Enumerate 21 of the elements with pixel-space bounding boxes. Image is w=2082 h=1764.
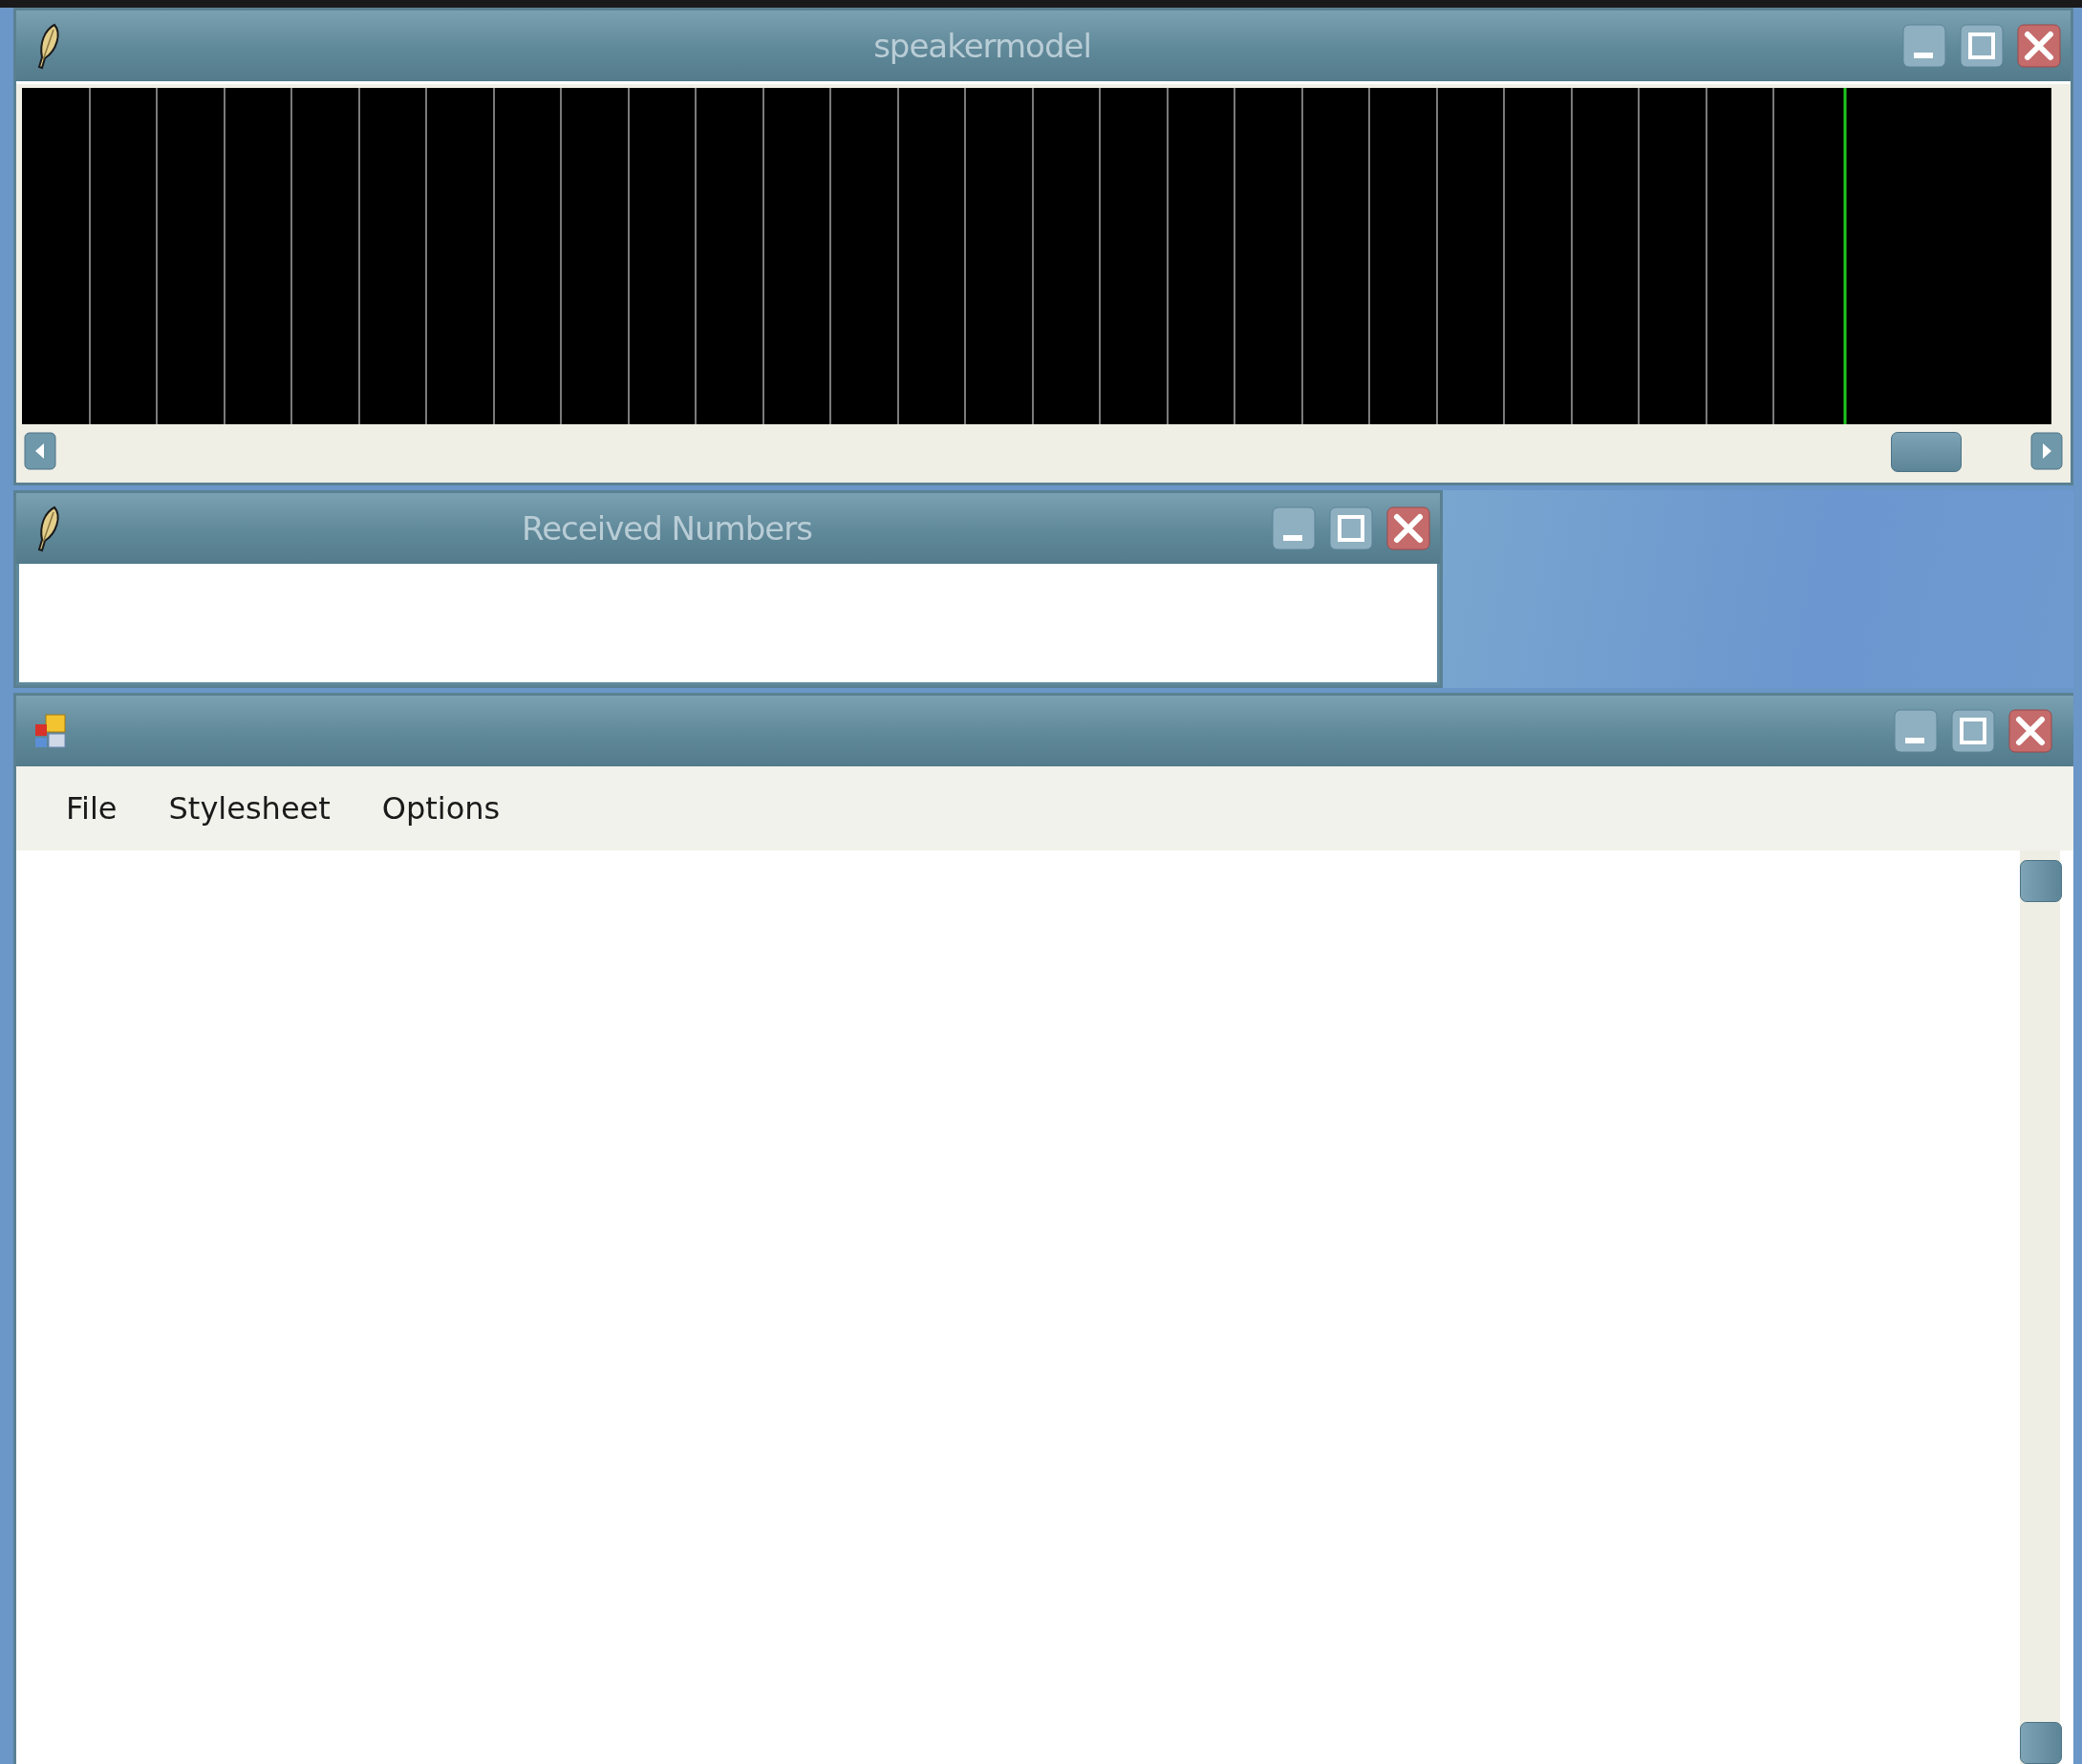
minimize-button[interactable] [1272,506,1316,550]
window-title: speakermodel [872,27,1092,65]
close-button[interactable] [1386,506,1430,550]
scrollbar-thumb[interactable] [2020,860,2062,902]
maximize-button[interactable] [1960,24,2004,68]
scrollbar-thumb[interactable] [2020,1722,2062,1764]
window-title: Received Numbers [521,509,813,548]
close-button[interactable] [2008,709,2052,753]
scrollbar-thumb[interactable] [1891,432,1962,472]
maximize-button[interactable] [1329,506,1373,550]
menu-item[interactable]: File [54,786,129,830]
close-button[interactable] [2017,24,2061,68]
scroll-right-button[interactable] [2030,432,2063,470]
minimize-button[interactable] [1894,709,1938,753]
application-icon [33,713,68,749]
menu-item[interactable]: Stylesheet [157,786,342,830]
menu-item[interactable]: Options [370,786,512,830]
maximize-button[interactable] [1951,709,1995,753]
scroll-left-button[interactable] [24,432,56,470]
vertical-scrollbar[interactable] [2020,850,2060,1764]
minimize-button[interactable] [1902,24,1946,68]
